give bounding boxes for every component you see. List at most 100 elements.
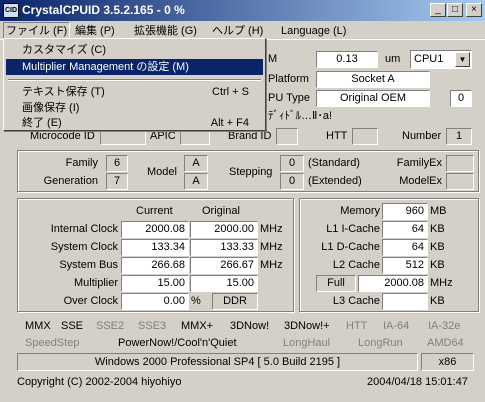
feature-sse3: SSE3 bbox=[138, 320, 167, 332]
process-unit: um bbox=[385, 53, 401, 65]
feature-htt: HTT bbox=[346, 320, 368, 332]
l3-cache-unit: KB bbox=[430, 295, 445, 307]
type-extra: 0 bbox=[450, 90, 472, 107]
multiplier-current: 15.00 bbox=[121, 275, 189, 292]
family-value: 6 bbox=[106, 155, 128, 172]
generation-value: 7 bbox=[106, 173, 128, 190]
l2-cache-label: L2 Cache bbox=[332, 259, 380, 271]
standard-label: (Standard) bbox=[308, 157, 360, 169]
arch-status: x86 bbox=[421, 353, 474, 371]
stepping-value: 0 bbox=[280, 155, 304, 172]
cpu-name-text: ﾃﾞｨﾄﾞﾙ…Ⅱ･a! bbox=[268, 110, 333, 122]
cpu-select-value: CPU1 bbox=[414, 53, 444, 65]
over-clock-unit: % bbox=[191, 295, 201, 307]
feature-ia32e: IA-32e bbox=[428, 320, 461, 332]
system-clock-unit: MHz bbox=[260, 241, 283, 253]
model-ex-value: A bbox=[184, 173, 208, 190]
htt-value bbox=[352, 128, 378, 145]
datetime-text: 2004/04/18 15:01:47 bbox=[367, 376, 468, 388]
feature-mmx: MMX bbox=[25, 320, 51, 332]
platform-value: Socket A bbox=[316, 71, 430, 88]
feature-speedstep: SpeedStep bbox=[25, 337, 80, 349]
model-value: A bbox=[184, 155, 208, 172]
modelex-label: ModelEx bbox=[399, 175, 442, 187]
htt-label: HTT bbox=[326, 130, 348, 142]
feature-sse: SSE bbox=[61, 320, 84, 332]
menu-extensions[interactable]: 拡張機能 (G) bbox=[132, 23, 199, 39]
system-bus-original: 266.67 bbox=[190, 257, 258, 274]
app-icon: CID bbox=[3, 3, 19, 18]
menu-item-save-image[interactable]: 画像保存 (I) bbox=[6, 100, 263, 116]
copyright-text: Copyright (C) 2002-2004 hiyohiyo bbox=[17, 376, 182, 388]
l3-cache-label: L3 Cache bbox=[332, 295, 380, 307]
over-clock-label: Over Clock bbox=[63, 295, 118, 307]
l1-dcache-value: 64 bbox=[382, 239, 428, 256]
menu-item-exit[interactable]: 終了 (E) Alt + F4 bbox=[6, 115, 263, 131]
minimize-button[interactable]: _ bbox=[430, 3, 446, 17]
close-button[interactable]: × bbox=[466, 3, 482, 17]
menu-help[interactable]: ヘルプ (H) bbox=[210, 23, 265, 39]
apic-label: APIC bbox=[150, 130, 176, 142]
generation-label: Generation bbox=[43, 175, 98, 187]
stepping-ex-value: 0 bbox=[280, 173, 304, 190]
type-label: PU Type bbox=[268, 92, 310, 104]
chevron-down-icon[interactable]: ▼ bbox=[455, 52, 470, 67]
internal-clock-unit: MHz bbox=[260, 223, 283, 235]
extended-label: (Extended) bbox=[308, 175, 362, 187]
multiplier-label: Multiplier bbox=[73, 277, 118, 289]
menu-item-customize[interactable]: カスタマイズ (C) bbox=[6, 42, 263, 58]
menu-item-exit-label: 終了 (E) bbox=[22, 117, 62, 129]
model-label: Model bbox=[147, 166, 177, 178]
original-header: Original bbox=[202, 205, 240, 217]
platform-label: Platform bbox=[268, 73, 309, 85]
multiplier-original: 15.00 bbox=[190, 275, 258, 292]
menu-edit[interactable]: 編集 (P) bbox=[73, 23, 117, 39]
l1-icache-label: L1 I-Cache bbox=[326, 223, 380, 235]
brand-value bbox=[276, 128, 298, 145]
familyex-value bbox=[446, 155, 474, 172]
system-clock-label: System Clock bbox=[50, 241, 118, 253]
process-value: 0.13 bbox=[316, 51, 378, 68]
feature-3dnow-plus: 3DNow!+ bbox=[284, 320, 330, 332]
feature-powernow: PowerNow!/Cool'n'Quiet bbox=[118, 337, 237, 349]
menu-item-exit-shortcut: Alt + F4 bbox=[210, 117, 249, 129]
l2-cache-value: 512 bbox=[382, 257, 428, 274]
familyex-label: FamilyEx bbox=[396, 157, 442, 169]
menu-language[interactable]: Language (L) bbox=[279, 23, 348, 39]
feature-mmx-plus: MMX+ bbox=[181, 320, 214, 332]
over-clock-value: 0.00 bbox=[121, 293, 189, 310]
l3-cache-value bbox=[382, 293, 428, 310]
feature-longhaul: LongHaul bbox=[283, 337, 331, 349]
menu-item-save-text[interactable]: テキスト保存 (T) Ctrl + S bbox=[6, 84, 263, 100]
number-label: Number bbox=[402, 130, 442, 142]
maximize-button[interactable]: □ bbox=[447, 3, 463, 17]
feature-longrun: LongRun bbox=[358, 337, 403, 349]
microcode-label: Microcode ID bbox=[30, 130, 95, 142]
cpu-select[interactable]: CPU1 ▼ bbox=[410, 50, 472, 69]
system-bus-label: System Bus bbox=[59, 259, 118, 271]
menu-item-multiplier-label: Multiplier Management の設定 (M) bbox=[22, 61, 189, 73]
family-label: Family bbox=[65, 157, 98, 169]
l1-icache-unit: KB bbox=[430, 223, 445, 235]
number-value: 1 bbox=[446, 128, 472, 145]
l1-dcache-label: L1 D-Cache bbox=[321, 241, 380, 253]
memory-unit: MB bbox=[430, 205, 447, 217]
feature-amd64: AMD64 bbox=[427, 337, 464, 349]
internal-clock-label: Internal Clock bbox=[50, 223, 118, 235]
l1-dcache-unit: KB bbox=[430, 241, 445, 253]
menu-item-multiplier-management[interactable]: Multiplier Management の設定 (M) bbox=[6, 59, 263, 75]
feature-ia64: IA-64 bbox=[383, 320, 410, 332]
m-label: M bbox=[268, 53, 278, 65]
system-clock-current: 133.34 bbox=[121, 239, 189, 256]
internal-clock-original: 2000.00 bbox=[190, 221, 258, 238]
l2-cache-unit: KB bbox=[430, 259, 445, 271]
menu-item-save-text-shortcut: Ctrl + S bbox=[212, 86, 249, 98]
file-menu-dropdown: カスタマイズ (C) Multiplier Management の設定 (M)… bbox=[3, 38, 266, 131]
system-clock-original: 133.33 bbox=[190, 239, 258, 256]
system-bus-current: 266.68 bbox=[121, 257, 189, 274]
l2-speed-value: 2000.08 bbox=[358, 275, 428, 292]
title-bar[interactable]: CID CrystalCPUID 3.5.2.165 - 0 % _ □ × bbox=[0, 0, 485, 21]
system-bus-unit: MHz bbox=[260, 259, 283, 271]
current-header: Current bbox=[136, 205, 173, 217]
os-status: Windows 2000 Professional SP4 [ 5.0 Buil… bbox=[17, 353, 418, 371]
